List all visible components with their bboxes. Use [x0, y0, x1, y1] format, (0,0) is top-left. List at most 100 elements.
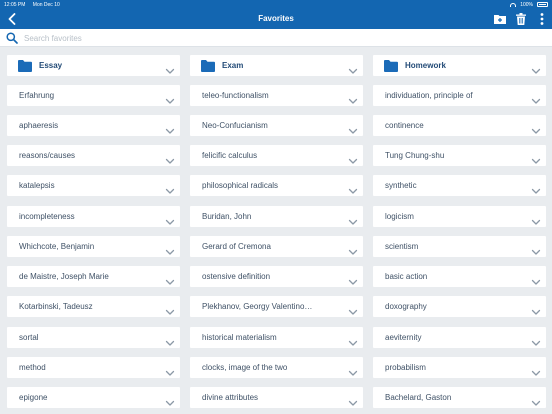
chevron-down-icon[interactable]: [531, 334, 541, 346]
chevron-down-icon[interactable]: [165, 364, 175, 376]
chevron-down-icon[interactable]: [348, 273, 358, 285]
status-bar: 12:05 PM Mon Dec 10 100%: [0, 0, 552, 9]
favorite-item[interactable]: Gerard of Cremona: [190, 236, 363, 257]
chevron-down-icon[interactable]: [348, 122, 358, 134]
favorite-item[interactable]: probabilism: [373, 357, 546, 378]
chevron-down-icon[interactable]: [531, 243, 541, 255]
chevron-down-icon[interactable]: [348, 62, 358, 74]
folder-exam[interactable]: Exam: [190, 55, 363, 76]
favorite-item[interactable]: divine attributes: [190, 387, 363, 408]
favorite-item-label: method: [19, 363, 46, 372]
favorite-item[interactable]: clocks, image of the two: [190, 357, 363, 378]
chevron-down-icon[interactable]: [531, 273, 541, 285]
status-time: 12:05 PM: [4, 1, 26, 8]
chevron-down-icon[interactable]: [348, 92, 358, 104]
chevron-down-icon[interactable]: [165, 273, 175, 285]
chevron-down-icon[interactable]: [531, 364, 541, 376]
folder-homework[interactable]: Homework: [373, 55, 546, 76]
chevron-down-icon[interactable]: [531, 152, 541, 164]
chevron-down-icon[interactable]: [348, 243, 358, 255]
trash-icon[interactable]: [515, 12, 527, 26]
chevron-down-icon[interactable]: [348, 182, 358, 194]
favorite-item-label: aeviternity: [385, 333, 422, 342]
favorite-item[interactable]: Kotarbinski, Tadeusz: [7, 296, 180, 317]
favorite-item[interactable]: sortal: [7, 327, 180, 348]
favorite-item[interactable]: de Maistre, Joseph Marie: [7, 266, 180, 287]
favorite-item[interactable]: reasons/causes: [7, 145, 180, 166]
favorite-item-label: teleo-functionalism: [202, 91, 269, 100]
favorite-item[interactable]: ostensive definition: [190, 266, 363, 287]
chevron-down-icon[interactable]: [531, 122, 541, 134]
favorite-item[interactable]: felicific calculus: [190, 145, 363, 166]
favorite-item-label: aphaeresis: [19, 121, 59, 130]
favorite-item[interactable]: historical materialism: [190, 327, 363, 348]
navigation-bar: Favorites: [0, 9, 552, 29]
favorite-item[interactable]: continence: [373, 115, 546, 136]
favorite-item[interactable]: Buridan, John: [190, 206, 363, 227]
chevron-down-icon[interactable]: [165, 243, 175, 255]
nav-actions: [494, 12, 548, 26]
chevron-down-icon[interactable]: [348, 364, 358, 376]
status-date: Mon Dec 10: [32, 1, 60, 8]
chevron-down-icon[interactable]: [531, 394, 541, 406]
favorite-item-label: Plekhanov, Georgy Valentino…: [202, 302, 313, 311]
favorite-item[interactable]: teleo-functionalism: [190, 85, 363, 106]
favorite-item[interactable]: basic action: [373, 266, 546, 287]
chevron-down-icon[interactable]: [531, 213, 541, 225]
favorite-item[interactable]: philosophical radicals: [190, 175, 363, 196]
add-folder-icon[interactable]: [494, 12, 506, 26]
chevron-down-icon[interactable]: [165, 334, 175, 346]
chevron-down-icon[interactable]: [348, 213, 358, 225]
favorite-item[interactable]: Erfahrung: [7, 85, 180, 106]
favorite-item[interactable]: Whichcote, Benjamin: [7, 236, 180, 257]
chevron-down-icon[interactable]: [165, 303, 175, 315]
favorite-item[interactable]: incompleteness: [7, 206, 180, 227]
chevron-down-icon[interactable]: [531, 182, 541, 194]
chevron-down-icon[interactable]: [165, 92, 175, 104]
chevron-down-icon[interactable]: [531, 303, 541, 315]
favorite-item[interactable]: Neo-Confucianism: [190, 115, 363, 136]
favorite-item[interactable]: Plekhanov, Georgy Valentino…: [190, 296, 363, 317]
favorite-item[interactable]: katalepsis: [7, 175, 180, 196]
favorite-item[interactable]: aphaeresis: [7, 115, 180, 136]
chevron-down-icon[interactable]: [165, 182, 175, 194]
favorite-item-label: individuation, principle of: [385, 91, 473, 100]
favorite-item[interactable]: synthetic: [373, 175, 546, 196]
page-title: Favorites: [258, 14, 294, 23]
favorite-item-label: katalepsis: [19, 181, 55, 190]
favorite-item-label: logicism: [385, 212, 414, 221]
search-input[interactable]: [24, 31, 524, 45]
favorite-item[interactable]: logicism: [373, 206, 546, 227]
chevron-down-icon[interactable]: [165, 394, 175, 406]
status-left: 12:05 PM Mon Dec 10: [4, 2, 66, 8]
favorite-item-label: synthetic: [385, 181, 417, 190]
folder-essay[interactable]: Essay: [7, 55, 180, 76]
wifi-icon: [510, 2, 517, 7]
chevron-down-icon[interactable]: [348, 334, 358, 346]
chevron-down-icon[interactable]: [531, 62, 541, 74]
favorite-item[interactable]: scientism: [373, 236, 546, 257]
chevron-down-icon[interactable]: [348, 152, 358, 164]
favorite-item[interactable]: method: [7, 357, 180, 378]
favorite-item[interactable]: aeviternity: [373, 327, 546, 348]
favorite-item-label: Tung Chung-shu: [385, 151, 445, 160]
folder-icon: [201, 59, 215, 72]
favorite-item-label: Whichcote, Benjamin: [19, 242, 95, 251]
chevron-down-icon[interactable]: [531, 92, 541, 104]
chevron-down-icon[interactable]: [165, 213, 175, 225]
battery-icon: [537, 2, 548, 7]
favorite-item-label: clocks, image of the two: [202, 363, 288, 372]
more-vertical-icon[interactable]: [536, 12, 548, 26]
chevron-down-icon[interactable]: [348, 303, 358, 315]
chevron-down-icon[interactable]: [165, 152, 175, 164]
chevron-down-icon[interactable]: [165, 122, 175, 134]
favorite-item[interactable]: Bachelard, Gaston: [373, 387, 546, 408]
favorite-item-label: Neo-Confucianism: [202, 121, 268, 130]
favorite-item[interactable]: Tung Chung-shu: [373, 145, 546, 166]
favorite-item[interactable]: epigone: [7, 387, 180, 408]
chevron-down-icon[interactable]: [348, 394, 358, 406]
favorite-item-label: scientism: [385, 242, 419, 251]
favorite-item[interactable]: individuation, principle of: [373, 85, 546, 106]
chevron-down-icon[interactable]: [165, 62, 175, 74]
favorite-item[interactable]: doxography: [373, 296, 546, 317]
